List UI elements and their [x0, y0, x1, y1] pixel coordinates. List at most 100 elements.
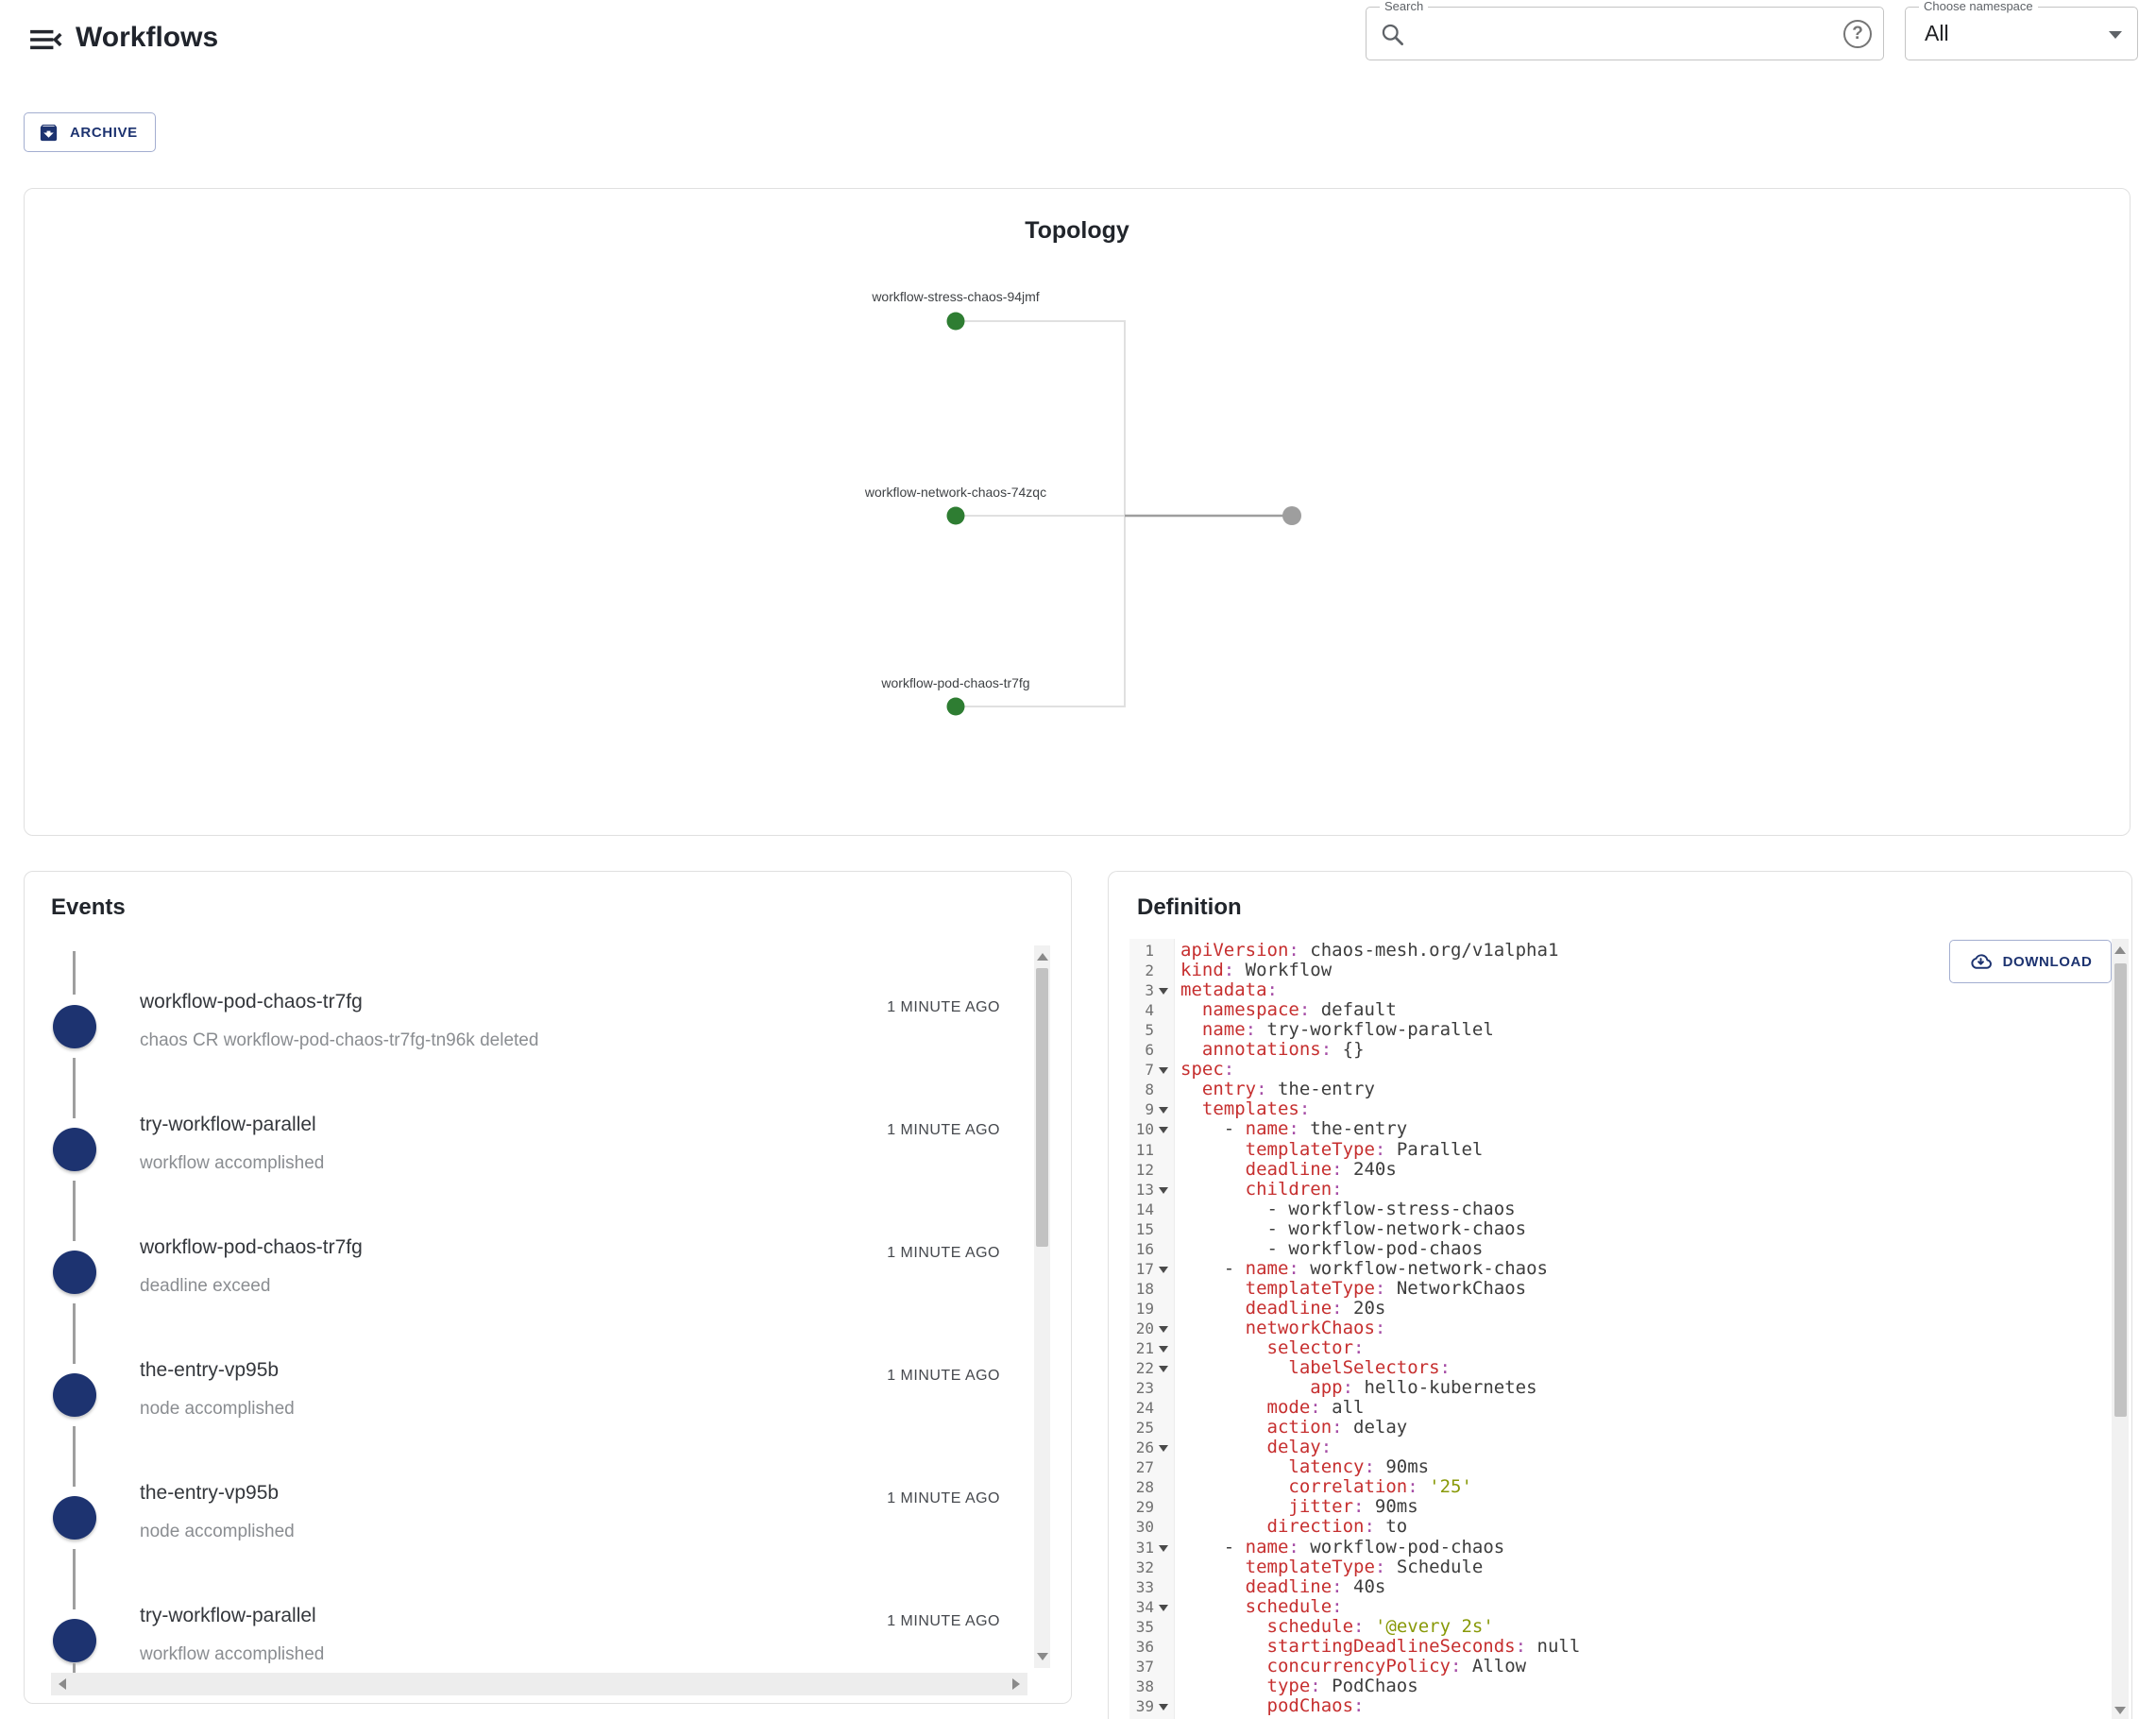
code-line: startingDeadlineSeconds: null — [1266, 1635, 1581, 1657]
events-horizontal-scrollbar[interactable] — [51, 1673, 1027, 1695]
workflow-node-stress-chaos[interactable] — [946, 312, 965, 331]
editor-line-number: 21 — [1135, 1339, 1154, 1357]
namespace-select[interactable]: Choose namespace All — [1905, 0, 2138, 60]
event-timestamp: 1 MINUTE AGO — [887, 1122, 1000, 1138]
event-timestamp: 1 MINUTE AGO — [887, 1490, 1000, 1506]
editor-line-number: 11 — [1135, 1140, 1154, 1159]
code-line: name: try-workflow-parallel — [1201, 1019, 1494, 1041]
code-line: templates: — [1201, 1098, 1311, 1120]
event-marker-icon — [53, 1005, 96, 1048]
editor-line-number: 25 — [1135, 1419, 1154, 1438]
event-marker-icon — [53, 1619, 96, 1662]
fold-arrow-icon[interactable] — [1159, 1186, 1168, 1194]
event-list-item: the-entry-vp95b node accomplished 1 MINUTE… — [25, 1461, 1071, 1584]
editor-line-number: 19 — [1135, 1299, 1154, 1318]
code-line: schedule: — [1245, 1595, 1343, 1617]
download-button-label: DOWNLOAD — [2002, 953, 2093, 970]
event-list-item: workflow-pod-chaos-tr7fg deadline exceed 1… — [25, 1216, 1071, 1338]
search-input[interactable] — [1416, 15, 1774, 53]
code-line: deadline: 20s — [1245, 1297, 1386, 1319]
fold-arrow-icon[interactable] — [1159, 1544, 1168, 1552]
event-timestamp: 1 MINUTE AGO — [887, 1245, 1000, 1261]
editor-line-number: 4 — [1145, 1001, 1154, 1020]
code-line: labelSelectors: — [1288, 1357, 1451, 1379]
download-button[interactable]: DOWNLOAD — [1949, 940, 2112, 983]
workflow-node-pod-chaos[interactable] — [946, 697, 965, 716]
editor-line-number: 2 — [1145, 962, 1154, 980]
editor-line-number: 22 — [1135, 1359, 1154, 1378]
workflow-node-network-chaos[interactable] — [946, 506, 965, 525]
editor-line-number: 23 — [1135, 1379, 1154, 1398]
event-marker-icon — [53, 1128, 96, 1171]
definition-panel: Definition DOWNLOAD 1 apiVersion: chaos-m… — [1108, 871, 2132, 1719]
events-vertical-scrollbar[interactable] — [1034, 945, 1050, 1668]
code-line: namespace: default — [1201, 999, 1397, 1021]
editor-line-number: 8 — [1145, 1081, 1154, 1099]
fold-arrow-icon[interactable] — [1159, 1067, 1168, 1075]
code-line: selector: — [1266, 1337, 1365, 1358]
code-line: mode: all — [1266, 1397, 1365, 1419]
event-name: the-entry-vp95b — [140, 1359, 280, 1381]
workflow-node-label: workflow-stress-chaos-94jmf — [872, 289, 1040, 304]
code-line: jitter: 90ms — [1288, 1496, 1418, 1518]
editor-line-number: 3 — [1145, 981, 1154, 1000]
code-line: app: hello-kubernetes — [1310, 1377, 1537, 1399]
menu-open-icon — [30, 29, 62, 50]
event-list-item: workflow-pod-chaos-tr7fg chaos CR workflo… — [25, 970, 1071, 1093]
fold-arrow-icon[interactable] — [1159, 1266, 1168, 1273]
code-line: correlation: '25' — [1288, 1476, 1472, 1498]
editor-line-number: 27 — [1135, 1458, 1154, 1477]
fold-arrow-icon[interactable] — [1159, 1366, 1168, 1373]
code-line: networkChaos: — [1245, 1317, 1386, 1338]
fold-arrow-icon[interactable] — [1159, 1346, 1168, 1353]
code-line: type: PodChaos — [1266, 1675, 1418, 1696]
events-title: Events — [51, 894, 126, 920]
editor-line-number: 15 — [1135, 1219, 1154, 1238]
editor-line-number: 6 — [1145, 1041, 1154, 1060]
page-title: Workflows — [76, 22, 219, 53]
editor-line-number: 35 — [1135, 1617, 1154, 1636]
fold-arrow-icon[interactable] — [1159, 1445, 1168, 1453]
yaml-editor[interactable]: 1 apiVersion: chaos-mesh.org/v1alpha1 2 kin… — [1109, 939, 2131, 1719]
search-help-icon[interactable]: ? — [1843, 20, 1872, 48]
code-line: concurrencyPolicy: Allow — [1266, 1655, 1527, 1676]
editor-line-number: 1 — [1145, 942, 1154, 960]
editor-line-number: 34 — [1135, 1597, 1154, 1616]
event-list-item: try-workflow-parallel workflow accomplish… — [25, 1093, 1071, 1216]
editor-line-number: 26 — [1135, 1438, 1154, 1457]
fold-arrow-icon[interactable] — [1159, 1107, 1168, 1115]
event-message: workflow accomplished — [140, 1153, 325, 1173]
editor-line-number: 5 — [1145, 1021, 1154, 1040]
code-line: latency: 90ms — [1288, 1456, 1430, 1478]
workflow-node-end[interactable] — [1282, 506, 1301, 525]
archive-button-label: ARCHIVE — [70, 124, 138, 141]
event-name: the-entry-vp95b — [140, 1482, 280, 1504]
event-message: node accomplished — [140, 1399, 295, 1419]
editor-line-number: 31 — [1135, 1538, 1154, 1557]
event-marker-icon — [53, 1496, 96, 1540]
sidebar-toggle-button[interactable] — [26, 21, 64, 59]
definition-vertical-scrollbar[interactable] — [2112, 939, 2129, 1719]
archive-button[interactable]: ARCHIVE — [24, 112, 156, 152]
definition-title: Definition — [1137, 894, 1242, 920]
editor-line-number: 18 — [1135, 1279, 1154, 1298]
editor-line-number: 16 — [1135, 1239, 1154, 1258]
editor-line-number: 14 — [1135, 1200, 1154, 1218]
fold-arrow-icon[interactable] — [1159, 1325, 1168, 1333]
event-message: chaos CR workflow-pod-chaos-tr7fg-tn96k … — [140, 1030, 539, 1050]
namespace-select-label: Choose namespace — [1919, 0, 2038, 13]
code-line: deadline: 40s — [1245, 1575, 1386, 1597]
code-line: - workflow-stress-chaos — [1180, 1198, 1516, 1219]
code-line: delay: — [1266, 1437, 1333, 1458]
event-name: try-workflow-parallel — [140, 1605, 316, 1626]
search-field: Search ? — [1366, 0, 1884, 60]
event-marker-icon — [53, 1251, 96, 1294]
fold-arrow-icon[interactable] — [1159, 988, 1168, 996]
editor-line-number: 10 — [1135, 1120, 1154, 1139]
fold-arrow-icon[interactable] — [1159, 1604, 1168, 1611]
fold-arrow-icon[interactable] — [1159, 1703, 1168, 1710]
code-line: - workflow-pod-chaos — [1180, 1237, 1484, 1259]
editor-line-number: 32 — [1135, 1557, 1154, 1576]
code-line: templateType: Schedule — [1245, 1556, 1484, 1577]
fold-arrow-icon[interactable] — [1159, 1127, 1168, 1134]
